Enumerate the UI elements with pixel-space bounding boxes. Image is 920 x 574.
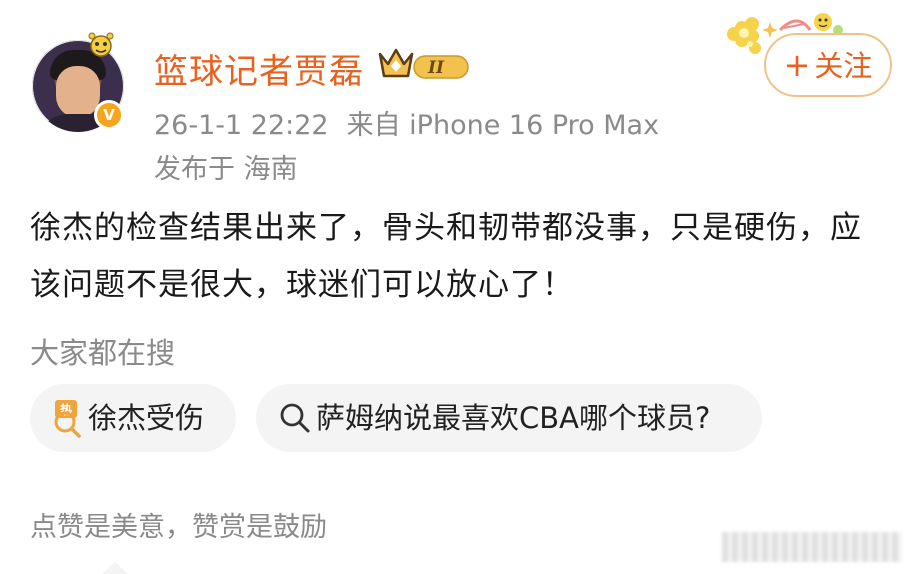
- caret-up-icon: [102, 562, 128, 574]
- follow-button[interactable]: + 关注: [764, 33, 892, 97]
- author-name[interactable]: 篮球记者贾磊: [154, 44, 364, 93]
- trending-item-1[interactable]: 萨姆纳说最喜欢CBA哪个球员?: [256, 384, 762, 452]
- crown-level-badge-icon[interactable]: II: [376, 44, 472, 84]
- post-meta: 26-1-1 22:22 来自 iPhone 16 Pro Max: [154, 103, 659, 142]
- avatar-pendant-icon: [88, 32, 114, 57]
- watermark-blur: [722, 532, 902, 562]
- reward-text: 点赞是美意，赞赏是鼓励: [30, 512, 327, 543]
- follow-label: 关注: [814, 49, 873, 83]
- search-icon: [280, 403, 310, 433]
- trending-title: 大家都在搜: [30, 336, 176, 370]
- post-location: 发布于 海南: [154, 154, 298, 185]
- post-content: 徐杰的检查结果出来了，骨头和韧带都没事，只是硬伤，应该问题不是很大，球迷们可以放…: [30, 210, 862, 303]
- trending-item-0[interactable]: 热 徐杰受伤: [30, 384, 236, 452]
- trending-item-label: 萨姆纳说最喜欢CBA哪个球员?: [316, 401, 711, 435]
- avatar-face: [56, 66, 100, 118]
- level-badge-text: II: [427, 58, 445, 78]
- verified-badge: V: [94, 100, 124, 130]
- hot-icon: 热: [54, 400, 81, 438]
- post-source: 来自 iPhone 16 Pro Max: [346, 110, 660, 141]
- trending-item-label: 徐杰受伤: [88, 401, 205, 435]
- plus-icon: +: [783, 46, 811, 84]
- post-time: 26-1-1 22:22: [154, 110, 329, 141]
